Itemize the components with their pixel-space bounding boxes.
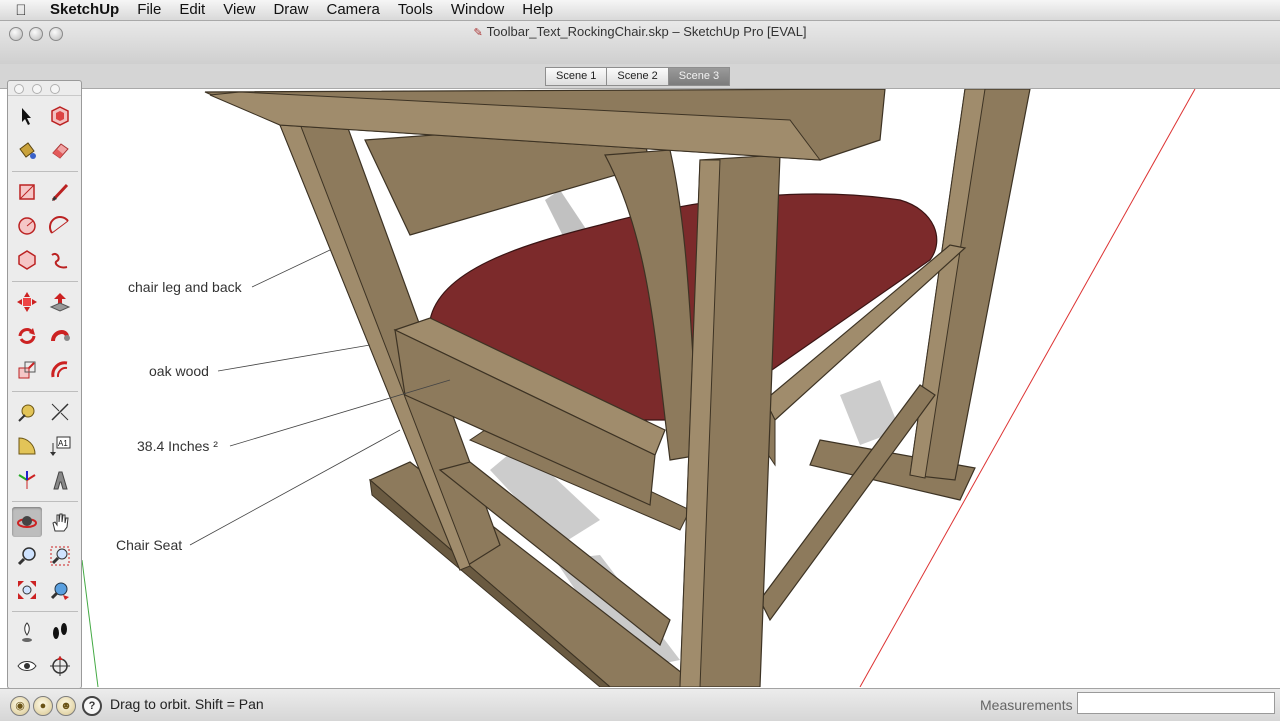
rocking-chair-model (81, 89, 1196, 687)
follow-me-icon[interactable] (45, 321, 75, 351)
palette-titlebar[interactable] (8, 81, 81, 96)
annotation-chair-seat[interactable]: Chair Seat (116, 537, 182, 553)
annotation-area[interactable]: 38.4 Inches ² (137, 438, 218, 454)
window-title: ✎ Toolbar_Text_RockingChair.skp – SketchU… (0, 24, 1280, 39)
axes-icon[interactable] (12, 465, 42, 495)
polygon-icon[interactable] (12, 245, 42, 275)
status-hint: Drag to orbit. Shift = Pan (110, 696, 264, 712)
menu-draw[interactable]: Draw (265, 0, 318, 20)
select-icon[interactable] (12, 101, 42, 131)
status-bar: ◉ ● ☻ ? Drag to orbit. Shift = Pan Measu… (0, 688, 1280, 721)
circle-icon[interactable] (12, 211, 42, 241)
palette-close-button[interactable] (14, 84, 24, 94)
help-icon[interactable]: ? (82, 696, 102, 716)
rectangle-icon[interactable] (12, 177, 42, 207)
user-icon[interactable]: ☻ (56, 696, 76, 716)
scale-icon[interactable] (12, 355, 42, 385)
3d-text-icon[interactable] (45, 465, 75, 495)
palette-divider (12, 171, 78, 172)
freehand-icon[interactable] (45, 245, 75, 275)
offset-icon[interactable] (45, 355, 75, 385)
menu-view[interactable]: View (215, 0, 265, 20)
menu-window[interactable]: Window (443, 0, 514, 20)
model-viewport[interactable]: chair leg and back oak wood 38.4 Inches … (80, 89, 1280, 687)
palette-zoom-button[interactable] (50, 84, 60, 94)
pan-icon[interactable] (45, 507, 75, 537)
window-titlebar: ✎ Toolbar_Text_RockingChair.skp – SketchU… (0, 21, 1280, 65)
geo-location-icon[interactable]: ◉ (10, 696, 30, 716)
orbit-icon[interactable] (12, 507, 42, 537)
line-icon[interactable] (45, 177, 75, 207)
tab-scene-3[interactable]: Scene 3 (667, 67, 731, 86)
look-around-icon[interactable] (12, 651, 42, 681)
annotation-chair-leg[interactable]: chair leg and back (128, 279, 242, 295)
palette-divider (12, 281, 78, 282)
leader-line (251, 249, 331, 288)
leader-line (217, 344, 371, 372)
section-plane-icon[interactable] (45, 651, 75, 681)
credits-icon[interactable]: ● (33, 696, 53, 716)
menu-bar:  SketchUp File Edit View Draw Camera To… (0, 0, 1280, 21)
green-axis-line (81, 559, 99, 687)
palette-divider (12, 611, 78, 612)
tab-scene-1[interactable]: Scene 1 (545, 67, 608, 86)
measurements-input[interactable] (1077, 692, 1275, 714)
menu-tools[interactable]: Tools (390, 0, 443, 20)
menu-file[interactable]: File (129, 0, 171, 20)
previous-view-icon[interactable] (45, 575, 75, 605)
tab-scene-2[interactable]: Scene 2 (606, 67, 669, 86)
menu-app[interactable]: SketchUp (42, 0, 129, 20)
svg-text:A1: A1 (58, 439, 68, 448)
large-tool-set-palette: A1 (7, 80, 82, 689)
walk-icon[interactable] (45, 617, 75, 647)
lower-right-rail (759, 384, 936, 622)
zoom-icon[interactable] (12, 541, 42, 571)
annotation-oak-wood[interactable]: oak wood (149, 363, 209, 379)
rotate-icon[interactable] (12, 321, 42, 351)
paint-bucket-icon[interactable] (12, 135, 42, 165)
move-icon[interactable] (12, 287, 42, 317)
palette-divider (12, 391, 78, 392)
document-icon: ✎ (473, 27, 483, 39)
palette-minimize-button[interactable] (32, 84, 42, 94)
tape-measure-icon[interactable] (12, 397, 42, 427)
palette-divider (12, 501, 78, 502)
zoom-extents-icon[interactable] (12, 575, 42, 605)
zoom-window-icon[interactable] (45, 541, 75, 571)
leader-line (189, 429, 401, 546)
measurements-label: Measurements (980, 697, 1073, 713)
red-axis-line (859, 89, 1196, 687)
position-camera-icon[interactable] (12, 617, 42, 647)
menu-camera[interactable]: Camera (318, 0, 389, 20)
protractor-icon[interactable] (12, 431, 42, 461)
push-pull-icon[interactable] (45, 287, 75, 317)
eraser-icon[interactable] (45, 135, 75, 165)
dimension-icon[interactable] (45, 397, 75, 427)
arc-icon[interactable] (45, 211, 75, 241)
scene-tabs-bar: Scene 1 Scene 2 Scene 3 (0, 64, 1280, 89)
menu-help[interactable]: Help (514, 0, 563, 20)
menu-edit[interactable]: Edit (171, 0, 215, 20)
text-icon[interactable]: A1 (45, 431, 75, 461)
make-component-icon[interactable] (45, 101, 75, 131)
apple-menu-icon[interactable]:  (0, 2, 42, 19)
window-title-text: Toolbar_Text_RockingChair.skp – SketchUp… (486, 24, 807, 39)
